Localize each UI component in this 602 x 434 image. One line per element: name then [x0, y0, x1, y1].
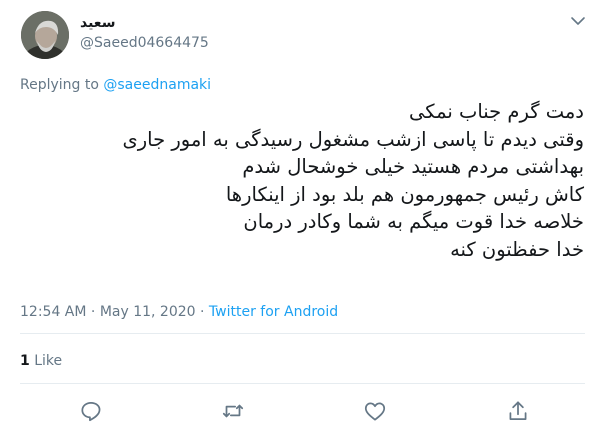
tweet-line: کاش رئیس جمهورمون هم بلد بود از اینکارها	[225, 182, 584, 206]
replying-to-link[interactable]: @saeednamaki	[103, 77, 211, 93]
tweet-line: خدا حفظتون کنه	[450, 237, 584, 261]
retweet-button[interactable]	[220, 398, 246, 424]
tweet-meta: 12:54 AM · May 11, 2020 · Twitter for An…	[20, 304, 338, 320]
tweet-line: دمت گرم جناب نمکی	[409, 100, 584, 123]
action-bar	[0, 398, 602, 426]
avatar[interactable]	[21, 11, 69, 59]
replying-to: Replying to @saeednamaki	[20, 77, 211, 93]
meta-separator: ·	[90, 304, 96, 320]
divider	[20, 383, 585, 384]
like-icon	[364, 402, 386, 421]
divider	[20, 333, 585, 334]
tweet-text: دمت گرم جناب نمکی وقتی دیدم تا پاسی ازشب…	[24, 98, 584, 264]
reply-icon	[81, 402, 101, 422]
tweet-date[interactable]: May 11, 2020	[100, 304, 196, 320]
tweet-line: وقتی دیدم تا پاسی ازشب مشغول رسیدگی به ا…	[122, 127, 584, 151]
tweet-line: خلاصه خدا قوت میگم به شما وکادر درمان	[243, 210, 584, 234]
replying-to-label: Replying to	[20, 77, 99, 93]
like-button[interactable]	[362, 398, 388, 424]
meta-separator: ·	[200, 304, 205, 320]
more-options-button[interactable]	[568, 12, 588, 30]
likes-count[interactable]: 1 Like	[20, 353, 62, 369]
likes-label: Like	[34, 353, 63, 369]
tweet-time[interactable]: 12:54 AM	[20, 304, 86, 320]
tweet-line: بهداشتی مردم هستید خیلی خوشحال شدم	[242, 155, 584, 179]
share-button[interactable]	[505, 398, 531, 424]
author-handle[interactable]: @Saeed04664475	[80, 35, 209, 51]
tweet-source-link[interactable]: Twitter for Android	[209, 304, 338, 320]
avatar-image	[21, 11, 69, 59]
reply-button[interactable]	[78, 398, 104, 424]
share-icon	[509, 401, 527, 420]
likes-number: 1	[20, 353, 30, 369]
author-name[interactable]: سعید	[80, 15, 115, 31]
retweet-icon	[222, 404, 244, 418]
chevron-down-icon	[571, 17, 585, 25]
